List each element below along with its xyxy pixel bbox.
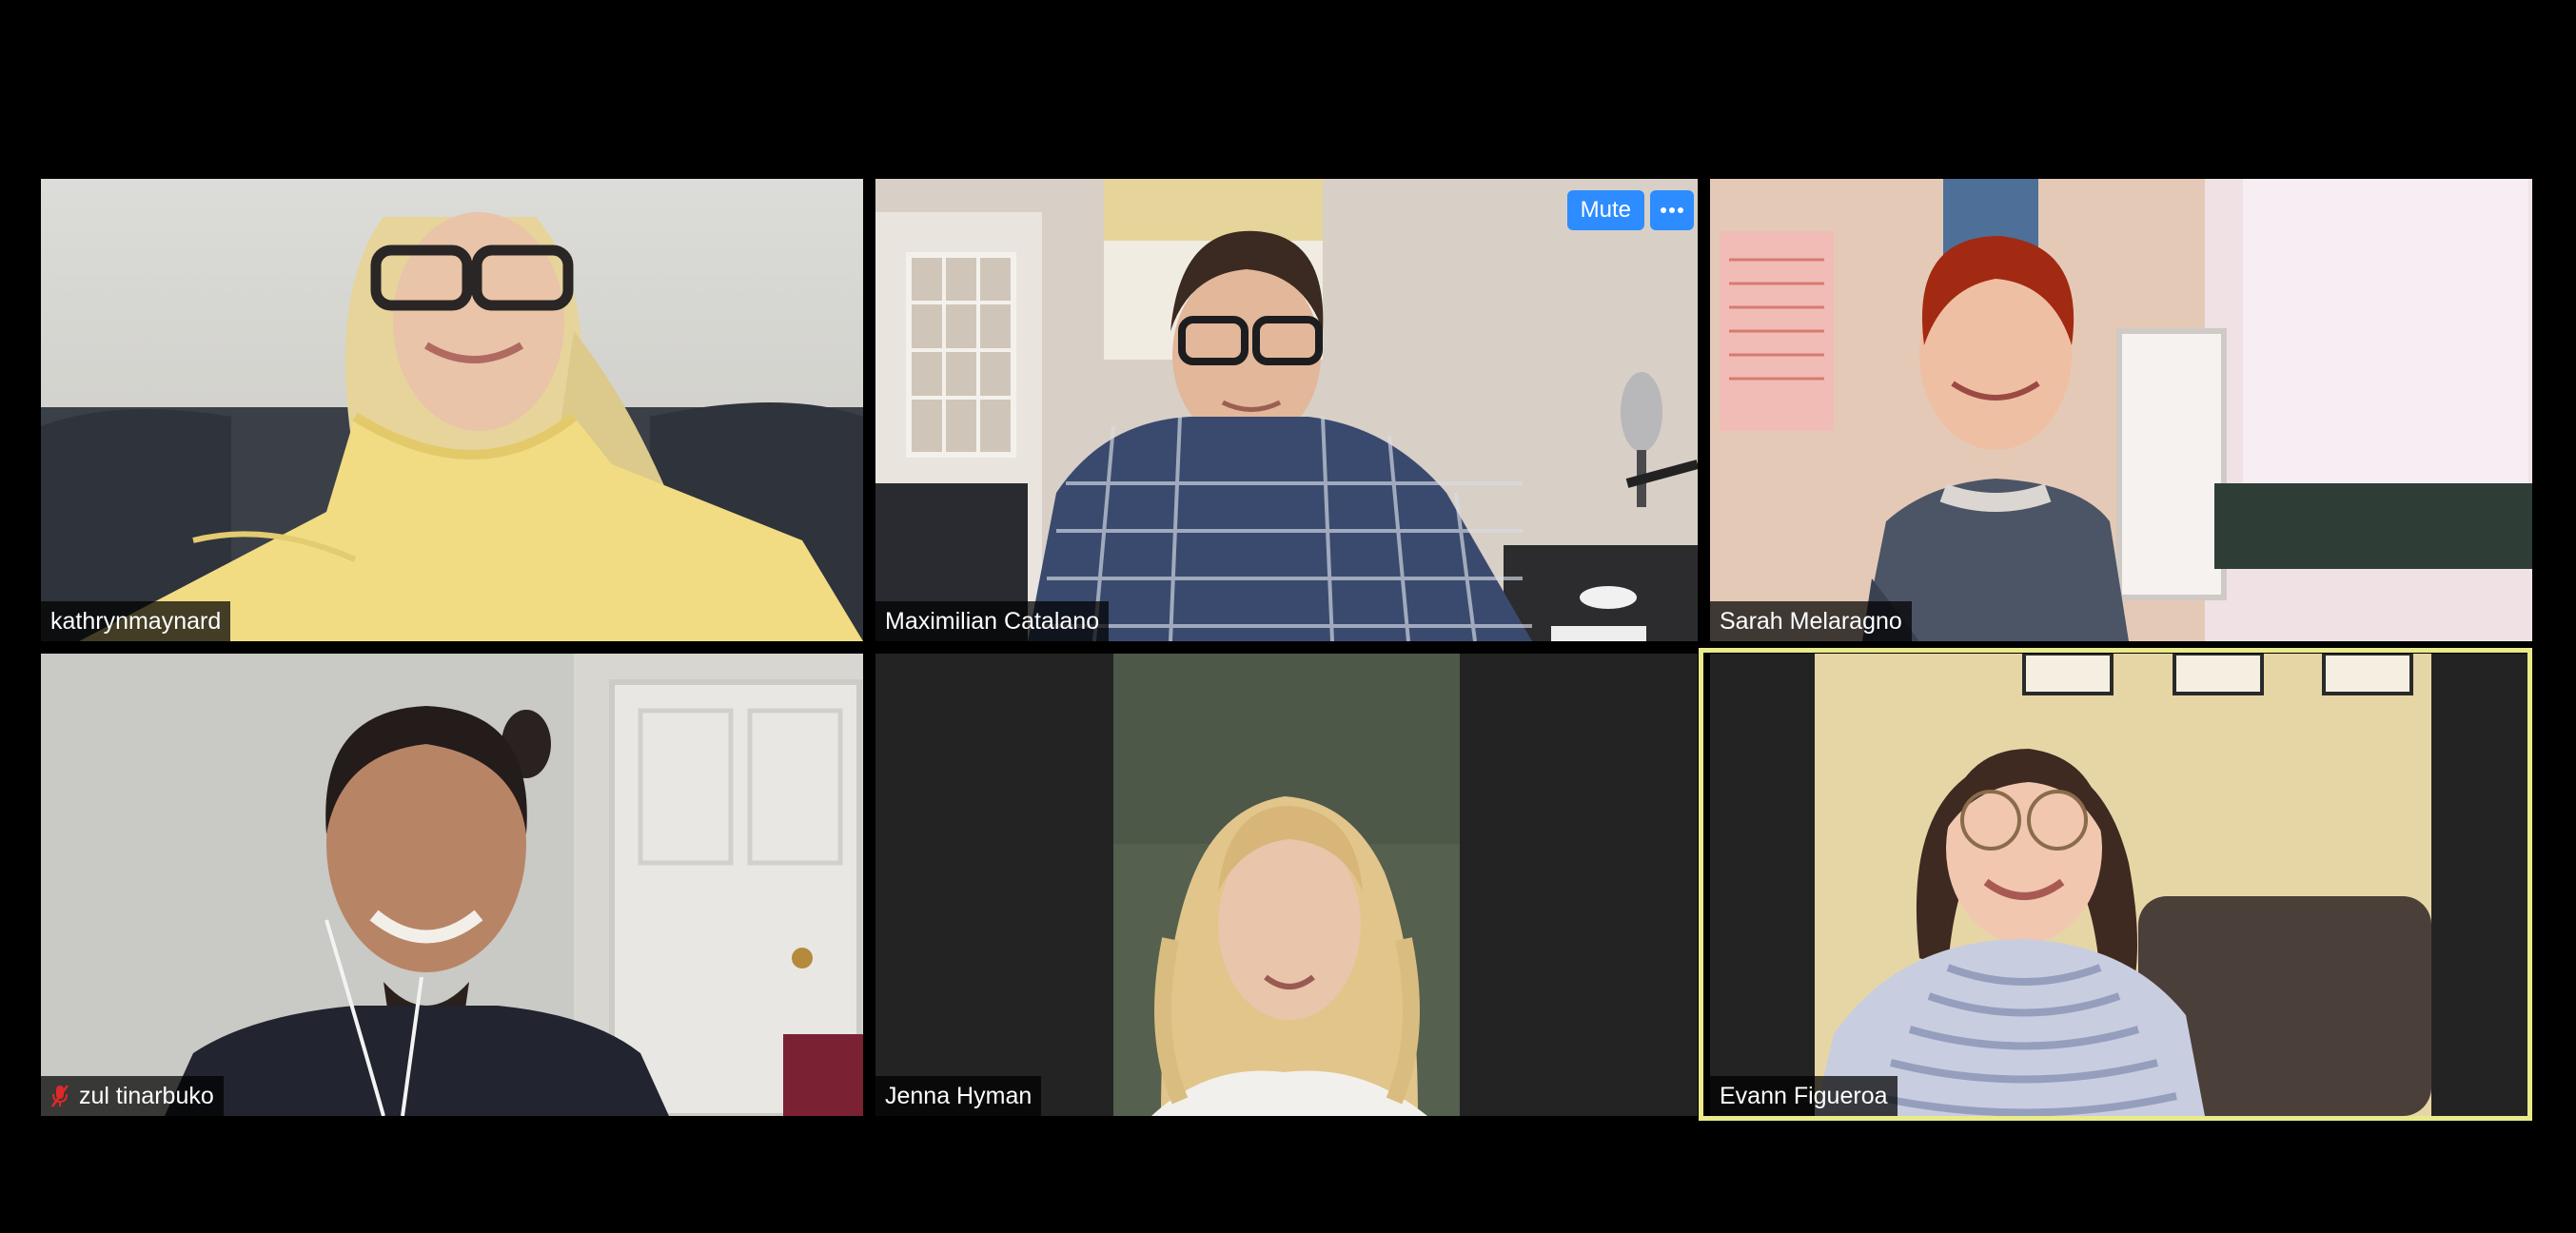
participant-tile[interactable]: Evann Figueroa [1710,654,2532,1116]
participant-name-tag: kathrynmaynard [41,601,231,641]
participant-tile[interactable]: Sarah Melaragno [1710,179,2532,641]
participant-name: Jenna Hyman [885,1083,1032,1109]
tile-hover-controls: Mute [1566,190,1694,230]
participant-name: Evann Figueroa [1720,1083,1888,1109]
participant-video [1815,654,2431,1116]
participant-name: Sarah Melaragno [1720,608,1902,635]
participant-name: kathrynmaynard [50,608,222,635]
participant-name: Maximilian Catalano [885,608,1100,635]
participant-name-tag: Maximilian Catalano [875,601,1110,641]
participant-video [1113,654,1460,1116]
video-gallery: kathrynmaynard Mute Maximilian Catalano … [0,0,2576,1233]
participant-name-tag: Sarah Melaragno [1710,601,1912,641]
participant-video [875,179,1698,641]
mute-participant-button[interactable]: Mute [1566,190,1644,230]
more-options-button[interactable] [1650,190,1694,230]
participant-name-tag: zul tinarbuko [41,1076,224,1116]
mic-muted-icon [50,1085,69,1107]
participant-video [1710,179,2532,641]
more-horizontal-icon [1661,207,1683,213]
participant-name: zul tinarbuko [79,1083,214,1109]
participant-name-tag: Jenna Hyman [875,1076,1042,1116]
participant-tile[interactable]: kathrynmaynard [41,179,863,641]
participant-tile[interactable]: zul tinarbuko [41,654,863,1116]
participant-video [41,654,863,1116]
participant-tile[interactable]: Jenna Hyman [875,654,1698,1116]
participant-name-tag: Evann Figueroa [1710,1076,1898,1116]
participant-tile[interactable]: Mute Maximilian Catalano [875,179,1698,641]
participant-video [41,179,863,641]
